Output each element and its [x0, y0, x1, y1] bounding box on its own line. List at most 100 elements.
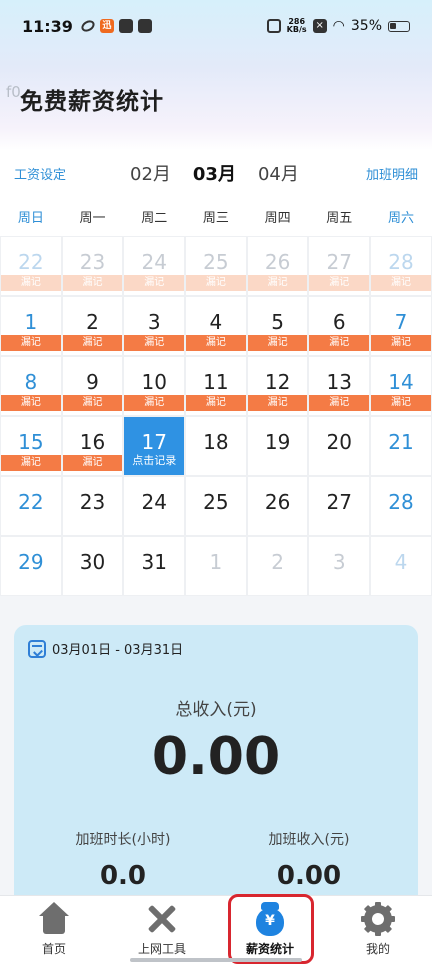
calendar-day[interactable]: 24: [123, 476, 186, 536]
calendar-day[interactable]: 31: [123, 536, 186, 596]
nav-label: 首页: [41, 942, 66, 956]
day-number: 23: [79, 490, 106, 514]
home-icon: [37, 902, 71, 936]
calendar-day[interactable]: 25: [185, 476, 247, 536]
money-bag-icon: [253, 902, 287, 936]
calendar-day[interactable]: 11 漏记: [185, 356, 247, 416]
day-number: 5: [271, 310, 284, 334]
calendar-icon: [28, 639, 46, 658]
calendar-day[interactable]: 18: [185, 416, 247, 476]
record-tag: 点击记录: [132, 454, 177, 467]
gear-icon: [361, 902, 395, 936]
day-number: 2: [86, 310, 99, 334]
day-number: 4: [209, 310, 223, 334]
calendar-day[interactable]: 15 漏记: [0, 416, 62, 476]
calendar-day[interactable]: 4 漏记: [185, 296, 247, 356]
wifi-icon: ◠: [332, 18, 345, 34]
day-number: 25: [203, 490, 229, 514]
missed-tag: 漏记: [309, 275, 370, 291]
day-number: 17: [141, 430, 167, 454]
net-speed: 286 KB/s: [286, 17, 307, 34]
day-number: 8: [24, 370, 38, 394]
app-notification-icon: 迅: [99, 19, 114, 33]
calendar-day[interactable]: 28: [370, 476, 432, 536]
calendar-day[interactable]: 27: [308, 476, 371, 536]
day-number: 6: [332, 310, 346, 334]
mail-notification-icon: [118, 19, 133, 33]
prev-month-tab[interactable]: 02月: [130, 160, 171, 186]
calendar-day[interactable]: 5 漏记: [246, 296, 309, 356]
day-number: 9: [86, 370, 99, 394]
gesture-home-bar[interactable]: [130, 958, 302, 962]
calendar-day[interactable]: 20: [308, 416, 371, 476]
missed-tag: 漏记: [124, 395, 185, 411]
missed-tag: 漏记: [371, 275, 431, 291]
salary-settings-link[interactable]: 工资设定: [14, 164, 66, 183]
battery-icon: [388, 20, 410, 32]
calendar-day[interactable]: 24 漏记: [123, 236, 186, 296]
calendar-day[interactable]: 19: [246, 416, 309, 476]
calendar-day[interactable]: 2: [246, 536, 309, 596]
day-number: 7: [394, 310, 408, 334]
nav-salary[interactable]: 薪资统计: [216, 896, 324, 964]
play-notification-icon: [137, 19, 152, 33]
calendar-day[interactable]: 14 漏记: [370, 356, 432, 416]
missed-tag: 漏记: [186, 275, 246, 291]
day-number: 14: [388, 370, 414, 394]
overtime-details-link[interactable]: 加班明细: [366, 164, 418, 183]
calendar-day[interactable]: 3 漏记: [123, 296, 186, 356]
calendar-day[interactable]: 22: [0, 476, 62, 536]
calendar-day[interactable]: 26: [246, 476, 309, 536]
weekday-header: 周日 周一 周二 周三 周四 周五 周六: [0, 196, 432, 236]
day-number: 2: [271, 550, 284, 574]
calendar-day[interactable]: 12 漏记: [246, 356, 309, 416]
nav-tools[interactable]: 上网工具: [108, 896, 216, 964]
calendar-day[interactable]: 3: [308, 536, 371, 596]
day-number: 1: [24, 310, 38, 334]
overtime-hours-label: 加班时长(小时): [75, 832, 171, 848]
missed-tag: 漏记: [1, 455, 61, 471]
nav-mine[interactable]: 我的: [324, 896, 432, 964]
nav-home[interactable]: 首页: [0, 896, 108, 964]
calendar-day[interactable]: 28 漏记: [370, 236, 432, 296]
calendar-day[interactable]: 30: [61, 536, 124, 596]
calendar-day[interactable]: 7 漏记: [370, 296, 432, 356]
calendar-day[interactable]: 29: [0, 536, 62, 596]
calendar-day[interactable]: 21: [370, 416, 432, 476]
calendar-day[interactable]: 10 漏记: [123, 356, 186, 416]
day-number: 18: [203, 430, 229, 454]
calendar-day-today[interactable]: 17 点击记录: [123, 416, 186, 476]
missed-tag: 漏记: [371, 395, 431, 411]
next-month-tab[interactable]: 04月: [258, 160, 299, 186]
calendar-day[interactable]: 6 漏记: [308, 296, 371, 356]
day-number: 13: [326, 370, 352, 394]
calendar-day[interactable]: 26 漏记: [246, 236, 309, 296]
day-number: 29: [18, 550, 44, 574]
missed-tag: 漏记: [309, 395, 370, 411]
missed-tag: 漏记: [62, 275, 123, 291]
calendar-day[interactable]: 1 漏记: [0, 296, 62, 356]
missed-tag: 漏记: [62, 335, 123, 351]
overtime-income-value: 0.00: [276, 861, 342, 891]
day-number: 26: [264, 490, 291, 514]
missed-tag: 漏记: [186, 335, 246, 351]
calendar-day[interactable]: 1: [185, 536, 247, 596]
calendar-day[interactable]: 16 漏记: [61, 416, 124, 476]
calendar-day[interactable]: 23: [61, 476, 124, 536]
day-number: 15: [18, 430, 44, 454]
missed-tag: 漏记: [1, 335, 61, 351]
calendar: 周日 周一 周二 周三 周四 周五 周六 22 漏记 23 漏记 24 漏记 25 漏记 26 漏…: [0, 196, 432, 596]
day-number: 3: [332, 550, 346, 574]
calendar-day[interactable]: 23 漏记: [61, 236, 124, 296]
calendar-day[interactable]: 4: [370, 536, 432, 596]
current-month-tab[interactable]: 03月: [193, 160, 236, 186]
calendar-day[interactable]: 9 漏记: [61, 356, 124, 416]
calendar-day[interactable]: 2 漏记: [61, 296, 124, 356]
calendar-day[interactable]: 13 漏记: [308, 356, 371, 416]
day-number: 4: [394, 550, 408, 574]
calendar-day[interactable]: 27 漏记: [308, 236, 371, 296]
calendar-day[interactable]: 8 漏记: [0, 356, 62, 416]
calendar-day[interactable]: 22 漏记: [0, 236, 62, 296]
calendar-day[interactable]: 25 漏记: [185, 236, 247, 296]
day-number: 27: [326, 490, 352, 514]
